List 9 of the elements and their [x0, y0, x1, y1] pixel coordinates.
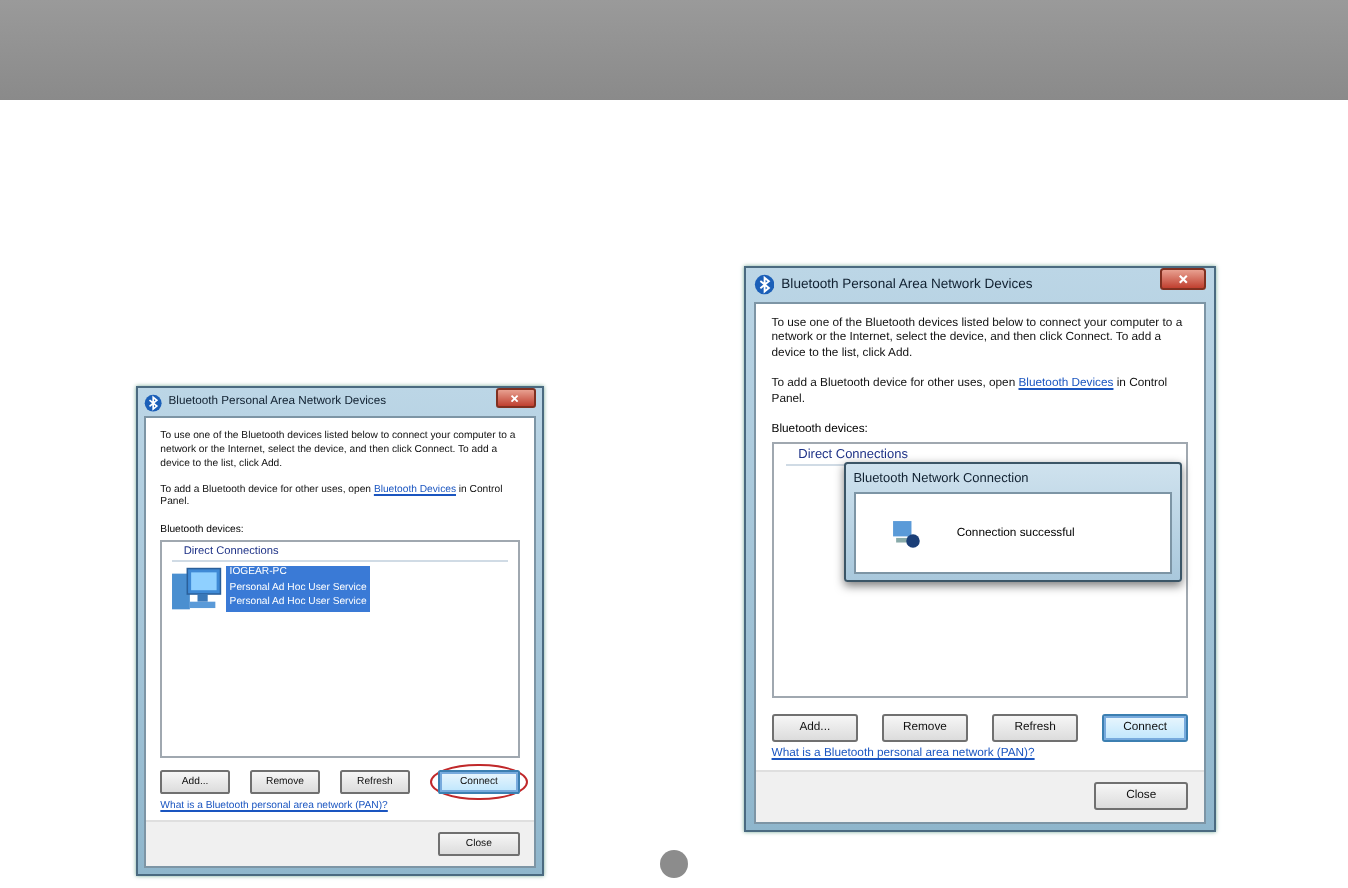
close-icon: [1178, 274, 1189, 285]
close-button[interactable]: [495, 388, 536, 409]
computer-icon: [172, 565, 224, 612]
bluetooth-icon: [753, 273, 775, 296]
close-button[interactable]: [1160, 268, 1207, 291]
network-icon: [890, 517, 922, 549]
page-marker: [660, 850, 688, 878]
close-icon: [510, 393, 521, 403]
bluetooth-icon: [144, 393, 163, 412]
